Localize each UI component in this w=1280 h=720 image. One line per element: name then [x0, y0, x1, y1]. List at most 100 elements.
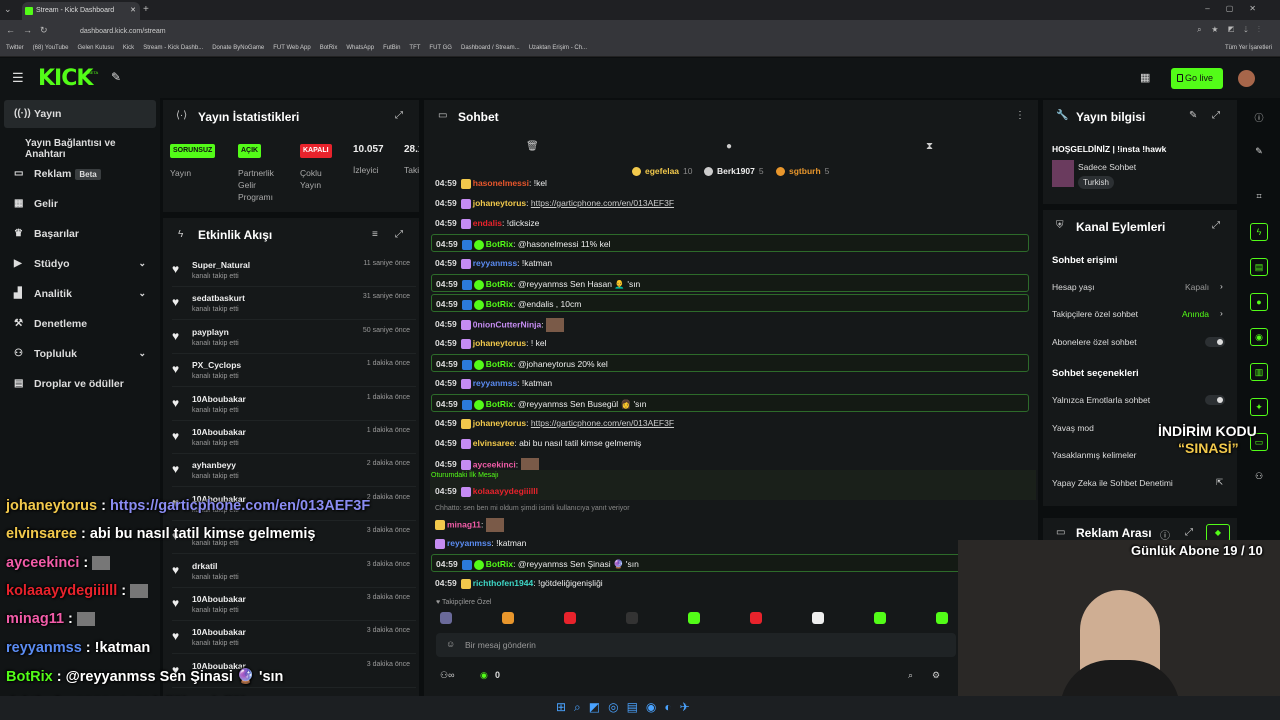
activity-username[interactable]: drkatil [192, 561, 218, 571]
filter-icon[interactable]: ≡ [372, 229, 378, 240]
chat-bubble-icon[interactable]: ● [726, 141, 732, 152]
edit-icon[interactable]: ✎ [1189, 110, 1197, 121]
taskbar-icons[interactable]: ⊞⌕◩◎▤◉◐✈ [556, 700, 698, 715]
menu-icon[interactable]: ☰ [12, 70, 24, 86]
chat-username[interactable]: BotRix [486, 359, 513, 369]
chat-username[interactable]: johaneytorus [473, 198, 526, 208]
subs-chat-toggle[interactable] [1205, 337, 1225, 347]
new-tab-icon[interactable]: + [143, 4, 149, 15]
sidebar-item[interactable]: ⚒ Denetleme [4, 310, 156, 338]
bookmark-item[interactable]: FutBin [383, 45, 400, 51]
layout-icon[interactable]: ▥ [1250, 363, 1268, 381]
banned-words-label[interactable]: Yasaklanmış kelimeler [1052, 450, 1136, 460]
chat-username[interactable]: BotRix [486, 399, 513, 409]
bolt-icon[interactable]: ϟ [1250, 223, 1268, 241]
bookmark-item[interactable]: Twitter [6, 45, 24, 51]
bookmark-item[interactable]: (68) YouTube [33, 45, 69, 51]
emote-icon[interactable] [812, 612, 824, 624]
chevron-down-icon[interactable]: ⌄ [138, 288, 146, 299]
sidebar-item[interactable]: ▶ Stüdyo ⌄ [4, 250, 156, 278]
avatar[interactable] [1238, 70, 1255, 87]
chat-username[interactable]: elvinsaree [473, 438, 515, 448]
chat-username[interactable]: endalis [473, 218, 502, 228]
expand-icon[interactable]: ⤢ [1212, 220, 1220, 231]
nav-buttons[interactable]: ←→↻ [6, 25, 56, 36]
activity-username[interactable]: ayhanbeyy [192, 460, 236, 470]
browser-tab[interactable]: Stream - Kick Dashboard ✕ [22, 2, 140, 20]
expand-icon[interactable]: ⤢ [395, 110, 403, 121]
users-icon[interactable]: ⚇∞ [440, 670, 454, 681]
chat-username[interactable]: BotRix [486, 559, 513, 569]
chat-icon[interactable]: ● [1250, 293, 1268, 311]
sidebar-item[interactable]: ▭ Reklam Beta [4, 160, 156, 188]
sidebar-item[interactable]: ▤ Droplar ve ödüller [4, 370, 156, 398]
followers-chat-value[interactable]: Anında [1182, 309, 1209, 319]
bookmark-item[interactable]: Uzaktan Erişim - Ch... [529, 45, 587, 51]
address-bar-icons[interactable]: ⌕★◩⇣⋮ [1197, 25, 1270, 35]
document-icon[interactable]: ▤ [1250, 258, 1268, 276]
chat-username[interactable]: minag11 [447, 519, 481, 529]
emote-icon[interactable] [564, 612, 576, 624]
close-tab-icon[interactable]: ✕ [130, 6, 136, 14]
slow-mode-label[interactable]: Yavaş mod [1052, 423, 1094, 433]
emote-icon[interactable] [936, 612, 948, 624]
chat-username[interactable]: BotRix [486, 299, 513, 309]
chat-username[interactable]: hasonelmessi [473, 178, 529, 188]
chat-username[interactable]: 0nionCutterNinja [473, 319, 541, 329]
sidebar-item[interactable]: Yayın Bağlantısı ve Anahtarı [4, 130, 156, 160]
emote-icon[interactable] [750, 612, 762, 624]
more-icon[interactable]: ⋮ [1015, 110, 1025, 121]
bookmark-item[interactable]: TFT [409, 45, 420, 51]
chevron-down-icon[interactable]: ⌄ [138, 258, 146, 269]
chat-username[interactable]: BotRix [486, 239, 513, 249]
sidebar-item[interactable]: ▟ Analitik ⌄ [4, 280, 156, 308]
chat-link[interactable]: https://garticphone.com/en/013AEF3F [531, 418, 674, 428]
activity-username[interactable]: payplayn [192, 327, 229, 337]
kick-logo[interactable]: KICK [38, 66, 93, 91]
emote-icon[interactable] [502, 612, 514, 624]
chat-username[interactable]: reyyanmss [473, 378, 517, 388]
bookmark-item[interactable]: Donate ByNoGame [212, 45, 264, 51]
emote-icon[interactable] [688, 612, 700, 624]
sidebar-item[interactable]: ⚇ Topluluk ⌄ [4, 340, 156, 368]
expand-icon[interactable]: ⤢ [395, 229, 403, 240]
chevron-right-icon[interactable]: › [1220, 281, 1223, 291]
account-age-value[interactable]: Kapalı [1185, 282, 1209, 292]
pin-icon[interactable]: ✎ [111, 70, 121, 84]
emote-icon[interactable] [874, 612, 886, 624]
ai-moderation-label[interactable]: Yapay Zeka ile Sohbet Denetimi [1052, 478, 1173, 488]
broadcast-icon[interactable]: ◉ [1250, 328, 1268, 346]
sidebar-item[interactable]: ▦ Gelir [4, 190, 156, 218]
bookmark-item[interactable]: Kick [123, 45, 134, 51]
activity-username[interactable]: PX_Cyclops [192, 360, 241, 370]
window-controls[interactable]: –▢✕ [1205, 4, 1272, 13]
activity-username[interactable]: 10Aboubakar [192, 627, 246, 637]
activity-username[interactable]: sedatbaskurt [192, 293, 245, 303]
chat-username[interactable]: reyyanmss [447, 538, 491, 548]
edit-icon[interactable]: ✎ [1250, 143, 1268, 161]
activity-username[interactable]: 10Aboubakar [192, 427, 246, 437]
sidebar-item[interactable]: ♛ Başarılar [4, 220, 156, 248]
tab-menu-icon[interactable]: ⌄ [4, 4, 12, 15]
chat-username[interactable]: richthofen1944 [473, 578, 533, 588]
expand-icon[interactable]: ⤢ [1212, 110, 1220, 121]
settings-icon[interactable]: ⚙ [932, 670, 940, 681]
emote-icon[interactable] [440, 612, 452, 624]
chevron-down-icon[interactable]: ⌄ [138, 348, 146, 359]
activity-username[interactable]: 10Aboubakar [192, 394, 246, 404]
url-field[interactable]: dashboard.kick.com/stream [72, 24, 1172, 39]
bookmark-item[interactable]: BotRix [320, 45, 338, 51]
emote-bar[interactable] [436, 610, 956, 628]
wrench-icon[interactable]: ✦ [1250, 398, 1268, 416]
chat-username[interactable]: johaneytorus [473, 338, 526, 348]
bookmark-item[interactable]: WhatsApp [346, 45, 374, 51]
crop-icon[interactable]: ⌗ [1250, 188, 1268, 206]
chat-username[interactable]: reyyanmss [473, 258, 517, 268]
activity-username[interactable]: 10Aboubakar [192, 594, 246, 604]
info-icon[interactable]: ⓘ [1250, 108, 1268, 126]
bookmark-item[interactable]: Stream - Kick Dashb... [143, 45, 203, 51]
trash-icon[interactable]: 🗑 [526, 141, 539, 152]
activity-username[interactable]: Super_Natural [192, 260, 250, 270]
all-bookmarks[interactable]: Tüm Yer İşaretleri [1225, 45, 1272, 51]
emote-icon[interactable] [626, 612, 638, 624]
